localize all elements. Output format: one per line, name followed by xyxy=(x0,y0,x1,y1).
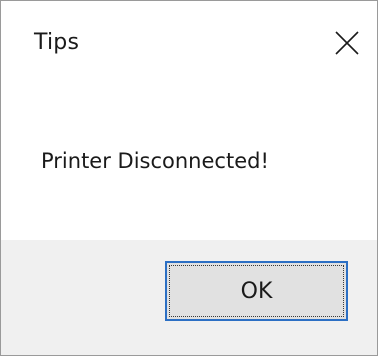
close-icon xyxy=(335,31,359,55)
tips-dialog: Tips Printer Disconnected! OK xyxy=(0,0,378,356)
dialog-title: Tips xyxy=(34,30,80,55)
close-button[interactable] xyxy=(331,27,363,59)
dialog-footer: OK xyxy=(1,240,377,355)
message-text: Printer Disconnected! xyxy=(41,149,269,173)
ok-label: OK xyxy=(240,278,273,304)
ok-focus-rect: OK xyxy=(169,265,344,317)
title-bar: Tips xyxy=(1,1,377,89)
dialog-content: Printer Disconnected! xyxy=(1,89,377,240)
ok-button[interactable]: OK xyxy=(165,261,348,321)
